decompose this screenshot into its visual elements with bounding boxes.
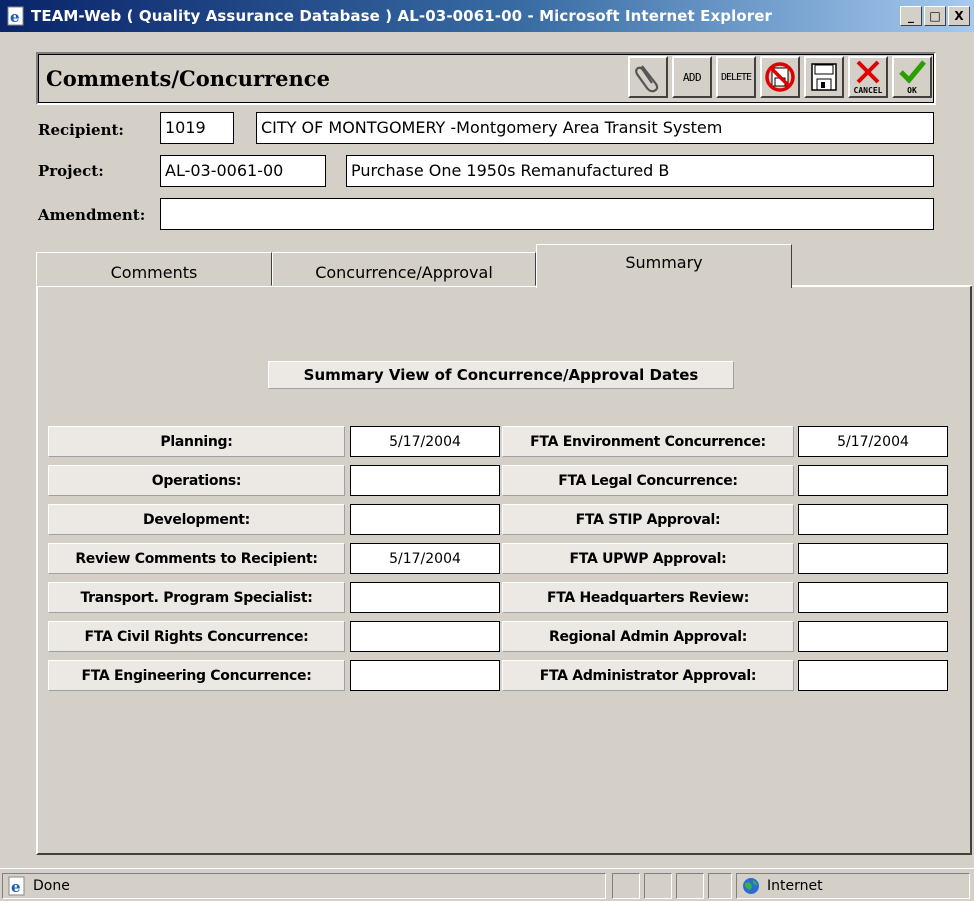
environment-label: FTA Environment Concurrence: bbox=[502, 426, 794, 457]
summary-heading: Summary View of Concurrence/Approval Dat… bbox=[268, 361, 734, 389]
stip-date[interactable] bbox=[798, 504, 948, 535]
development-date[interactable] bbox=[350, 504, 500, 535]
delete-button[interactable]: DELETE bbox=[716, 56, 756, 98]
civil-rights-date[interactable] bbox=[350, 621, 500, 652]
delete-label: DELETE bbox=[720, 71, 752, 83]
paperclip-icon bbox=[635, 65, 659, 93]
legal-label: FTA Legal Concurrence: bbox=[502, 465, 794, 496]
add-button[interactable]: ADD bbox=[672, 56, 712, 98]
amendment-label: Amendment: bbox=[38, 206, 146, 224]
window-title: TEAM-Web ( Quality Assurance Database ) … bbox=[31, 7, 772, 25]
zone-cell: Internet bbox=[736, 873, 970, 899]
save-button[interactable] bbox=[804, 56, 844, 98]
engineering-label: FTA Engineering Concurrence: bbox=[48, 660, 345, 691]
amendment-field[interactable] bbox=[160, 198, 934, 230]
no-save-button[interactable] bbox=[760, 56, 800, 98]
tab-concurrence-approval[interactable]: Concurrence/Approval bbox=[272, 252, 536, 286]
status-cell-4 bbox=[708, 873, 732, 899]
recipient-label: Recipient: bbox=[38, 121, 124, 139]
operations-date[interactable] bbox=[350, 465, 500, 496]
civil-rights-label: FTA Civil Rights Concurrence: bbox=[48, 621, 345, 652]
tab-summary-label: Summary bbox=[625, 253, 703, 272]
svg-text:e: e bbox=[10, 8, 20, 26]
planning-date[interactable]: 5/17/2004 bbox=[350, 426, 500, 457]
administrator-date[interactable] bbox=[798, 660, 948, 691]
svg-text:e: e bbox=[11, 878, 21, 896]
tab-comments-label: Comments bbox=[110, 262, 198, 282]
tab-summary[interactable]: Summary bbox=[536, 244, 792, 288]
environment-date[interactable]: 5/17/2004 bbox=[798, 426, 948, 457]
header-panel: Comments/Concurrence ADD DELETE CANCEL O… bbox=[36, 52, 936, 105]
operations-label: Operations: bbox=[48, 465, 345, 496]
project-id-field[interactable]: AL-03-0061-00 bbox=[160, 155, 326, 187]
regional-admin-date[interactable] bbox=[798, 621, 948, 652]
status-bar: e Done Internet bbox=[0, 868, 974, 901]
page-title: Comments/Concurrence bbox=[46, 66, 330, 91]
status-cell-2 bbox=[644, 873, 672, 899]
add-label: ADD bbox=[682, 70, 702, 84]
review-comments-label: Review Comments to Recipient: bbox=[48, 543, 345, 574]
tab-baseline bbox=[792, 285, 972, 286]
status-cell-1 bbox=[612, 873, 640, 899]
transport-specialist-label: Transport. Program Specialist: bbox=[48, 582, 345, 613]
maximize-button[interactable]: □ bbox=[924, 6, 946, 26]
cancel-button[interactable]: CANCEL bbox=[848, 56, 888, 98]
minimize-button[interactable]: _ bbox=[900, 6, 922, 26]
upwp-label: FTA UPWP Approval: bbox=[502, 543, 794, 574]
cancel-label: CANCEL bbox=[853, 86, 883, 95]
stip-label: FTA STIP Approval: bbox=[502, 504, 794, 535]
ie-page-icon: e bbox=[7, 6, 24, 26]
status-text: Done bbox=[33, 878, 70, 894]
headquarters-date[interactable] bbox=[798, 582, 948, 613]
zone-text: Internet bbox=[767, 878, 823, 894]
globe-icon bbox=[743, 878, 759, 894]
legal-date[interactable] bbox=[798, 465, 948, 496]
ok-label: OK bbox=[907, 86, 917, 95]
toolbar: ADD DELETE CANCEL OK bbox=[628, 56, 932, 98]
status-cell-3 bbox=[676, 873, 704, 899]
project-name-field[interactable]: Purchase One 1950s Remanufactured B bbox=[346, 155, 934, 187]
tab-bar: Comments Concurrence/Approval Summary bbox=[36, 244, 972, 288]
development-label: Development: bbox=[48, 504, 345, 535]
close-button[interactable]: X bbox=[948, 6, 970, 26]
recipient-name-field[interactable]: CITY OF MONTGOMERY -Montgomery Area Tran… bbox=[256, 112, 934, 144]
planning-label: Planning: bbox=[48, 426, 345, 457]
regional-admin-label: Regional Admin Approval: bbox=[502, 621, 794, 652]
administrator-label: FTA Administrator Approval: bbox=[502, 660, 794, 691]
headquarters-label: FTA Headquarters Review: bbox=[502, 582, 794, 613]
ok-check-icon bbox=[899, 60, 926, 84]
ie-done-icon: e bbox=[8, 876, 25, 896]
status-text-cell: e Done bbox=[2, 873, 606, 899]
tab-concurrence-approval-label: Concurrence/Approval bbox=[315, 262, 493, 282]
recipient-id-field[interactable]: 1019 bbox=[160, 112, 234, 144]
ok-button[interactable]: OK bbox=[892, 56, 932, 98]
no-save-icon bbox=[765, 62, 795, 92]
tab-comments[interactable]: Comments bbox=[36, 252, 272, 286]
project-label: Project: bbox=[38, 162, 104, 180]
window-title-bar[interactable]: e TEAM-Web ( Quality Assurance Database … bbox=[0, 0, 974, 32]
engineering-date[interactable] bbox=[350, 660, 500, 691]
transport-specialist-date[interactable] bbox=[350, 582, 500, 613]
floppy-save-icon bbox=[811, 63, 837, 91]
review-comments-date[interactable]: 5/17/2004 bbox=[350, 543, 500, 574]
cancel-x-icon bbox=[856, 60, 880, 84]
attach-button[interactable] bbox=[628, 56, 668, 98]
upwp-date[interactable] bbox=[798, 543, 948, 574]
